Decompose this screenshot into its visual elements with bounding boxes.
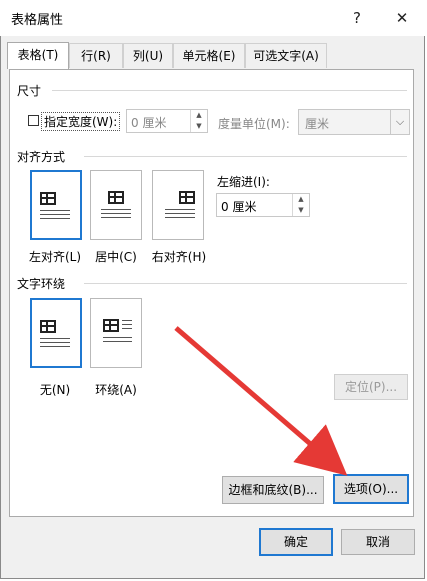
annotation-arrow (174, 326, 348, 476)
